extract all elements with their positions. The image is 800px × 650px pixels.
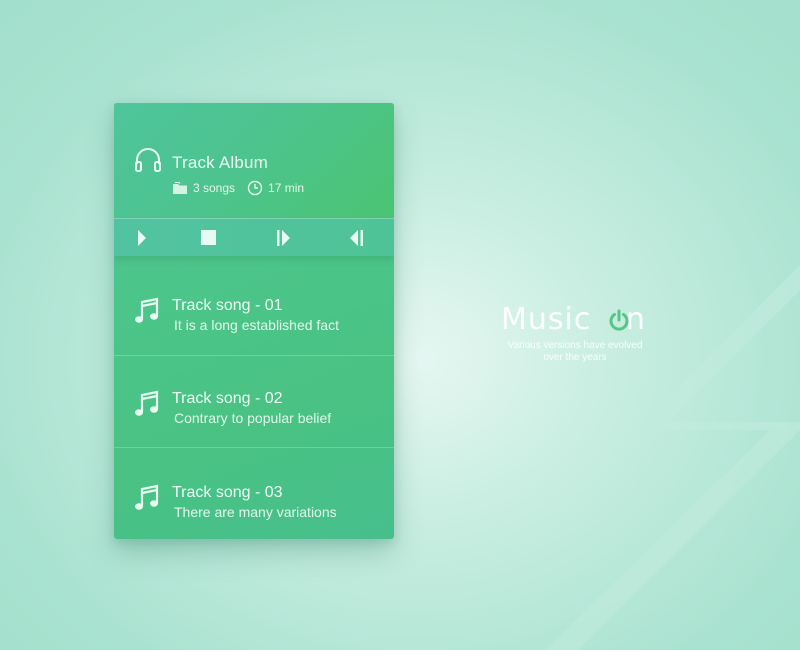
track-item-3[interactable]: Track song - 03 There are many variation…	[114, 447, 394, 539]
music-note-icon	[135, 484, 159, 510]
brand-tagline: Various versions have evolved over the y…	[495, 340, 655, 364]
album-header: Track Album 3 songs 17 min	[114, 103, 394, 219]
headphones-icon	[135, 148, 161, 172]
brand-logo: Music n	[501, 302, 646, 337]
brand-name-part1: Music	[501, 302, 602, 337]
track-title: Track song - 03	[172, 484, 283, 501]
folder-icon	[173, 182, 187, 194]
track-subtitle: There are many variations	[174, 504, 337, 520]
tagline-line-1: Various versions have evolved	[507, 340, 643, 351]
play-button[interactable]	[134, 229, 152, 247]
album-meta: 3 songs 17 min	[172, 180, 304, 196]
previous-button[interactable]	[348, 229, 366, 247]
songs-count-label: 3 songs	[193, 181, 236, 195]
album-title: Track Album	[172, 153, 269, 172]
duration: 17 min	[247, 180, 304, 196]
track-title: Track song - 02	[172, 390, 283, 407]
track-item-2[interactable]: Track song - 02 Contrary to popular beli…	[114, 355, 394, 447]
playback-controls	[114, 218, 394, 256]
previous-icon	[350, 230, 363, 246]
stop-button[interactable]	[200, 229, 218, 247]
duration-label: 17 min	[268, 181, 305, 195]
music-player-card: Track Album 3 songs 17 min Track song - …	[114, 103, 394, 539]
track-subtitle: It is a long established fact	[174, 317, 339, 333]
play-icon	[138, 230, 146, 246]
next-icon	[277, 230, 290, 246]
track-subtitle: Contrary to popular belief	[174, 410, 332, 426]
track-title: Track song - 01	[172, 297, 283, 314]
power-icon	[609, 309, 629, 331]
next-button[interactable]	[276, 229, 294, 247]
music-note-icon	[135, 297, 159, 323]
clock-icon	[247, 180, 263, 196]
stop-icon	[201, 230, 216, 245]
music-note-icon	[135, 390, 159, 416]
songs-count: 3 songs	[172, 181, 235, 195]
tagline-line-2: over the years	[543, 352, 607, 363]
track-item-1[interactable]: Track song - 01 It is a long established…	[114, 263, 394, 355]
